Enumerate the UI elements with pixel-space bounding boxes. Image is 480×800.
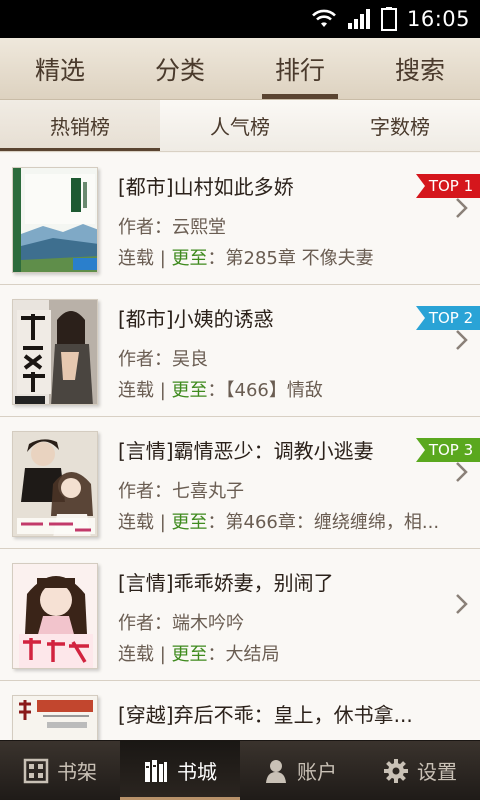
subtab-word-count[interactable]: 字数榜 — [320, 100, 480, 151]
book-cover — [12, 563, 98, 669]
book-cover — [12, 299, 98, 405]
book-item[interactable]: [都市]小姨的诱惑 作者：吴良 连载 | 更至：【466】情敌 TOP 2 — [0, 285, 480, 417]
tab-rankings[interactable]: 排行 — [240, 38, 360, 99]
tab-featured[interactable]: 精选 — [0, 38, 120, 99]
update-label: 更至 — [171, 644, 208, 665]
settings-gear-icon — [384, 758, 408, 783]
latest-chapter: ：第285章 不像夫妻 — [207, 248, 374, 269]
sub-tab-bar: 热销榜 人气榜 字数榜 — [0, 100, 480, 152]
book-title: [都市]山村如此多娇 — [118, 175, 294, 199]
book-author: 作者：云熙堂 — [118, 217, 226, 238]
nav-label: 设置 — [417, 760, 457, 784]
chevron-right-icon — [456, 198, 468, 218]
top-tab-bar: 精选 分类 排行 搜索 — [0, 38, 480, 100]
book-status: 连载 | — [118, 248, 172, 269]
rank-badge: TOP 3 — [416, 438, 480, 462]
book-title: [言情]霸情恶少：调教小逃妻 — [118, 439, 374, 463]
book-item[interactable]: [穿越]弃后不乖：皇上，休书拿... — [0, 681, 480, 740]
bottom-nav: 书架 书城 账户 设置 — [0, 740, 480, 800]
bookshelf-icon — [23, 758, 49, 783]
latest-chapter: ：【466】情敌 — [207, 380, 323, 401]
chevron-right-icon — [456, 330, 468, 350]
tab-categories[interactable]: 分类 — [120, 38, 240, 99]
book-cover — [12, 167, 98, 273]
nav-bookshelf[interactable]: 书架 — [0, 741, 120, 800]
book-status: 连载 | — [118, 512, 172, 533]
book-list[interactable]: [都市]山村如此多娇 作者：云熙堂 连载 | 更至：第285章 不像夫妻 TOP… — [0, 153, 480, 740]
latest-chapter: ：大结局 — [207, 644, 280, 665]
book-author: 作者：吴良 — [118, 349, 208, 370]
book-item[interactable]: [言情]乖乖娇妻，别闹了 作者：端木吟吟 连载 | 更至：大结局 — [0, 549, 480, 681]
book-cover — [12, 431, 98, 537]
subtab-bestsellers[interactable]: 热销榜 — [0, 100, 160, 151]
status-bar: 16:05 — [0, 0, 480, 38]
nav-label: 账户 — [297, 760, 337, 784]
rank-badge: TOP 2 — [416, 306, 480, 330]
book-cover — [12, 695, 98, 740]
nav-bookstore[interactable]: 书城 — [120, 741, 240, 800]
book-author: 作者：七喜丸子 — [118, 481, 244, 502]
nav-account[interactable]: 账户 — [240, 741, 360, 800]
book-item[interactable]: [都市]山村如此多娇 作者：云熙堂 连载 | 更至：第285章 不像夫妻 TOP… — [0, 153, 480, 285]
book-update: 连载 | 更至：【466】情敌 — [118, 376, 323, 402]
bookstore-icon — [145, 759, 167, 782]
book-update: 连载 | 更至：第466章：缠绕缠绵，相... — [118, 508, 439, 534]
book-update: 连载 | 更至：第285章 不像夫妻 — [118, 244, 374, 270]
rank-badge: TOP 1 — [416, 174, 480, 198]
book-status: 连载 | — [118, 380, 172, 401]
nav-settings[interactable]: 设置 — [360, 741, 480, 800]
update-label: 更至 — [171, 248, 208, 269]
book-title: [穿越]弃后不乖：皇上，休书拿... — [118, 703, 413, 727]
subtab-popularity[interactable]: 人气榜 — [160, 100, 320, 151]
book-status: 连载 | — [118, 644, 172, 665]
book-title: [言情]乖乖娇妻，别闹了 — [118, 571, 334, 595]
account-icon — [266, 759, 286, 783]
book-item[interactable]: [言情]霸情恶少：调教小逃妻 作者：七喜丸子 连载 | 更至：第466章：缠绕缠… — [0, 417, 480, 549]
nav-label: 书城 — [177, 760, 217, 784]
wifi-icon — [312, 9, 336, 27]
clock: 16:05 — [406, 7, 470, 31]
book-title: [都市]小姨的诱惑 — [118, 307, 274, 331]
chevron-right-icon — [456, 462, 468, 482]
signal-icon — [347, 9, 370, 29]
nav-label: 书架 — [57, 760, 97, 784]
book-author: 作者：端木吟吟 — [118, 613, 244, 634]
book-update: 连载 | 更至：大结局 — [118, 640, 280, 666]
latest-chapter: ：第466章：缠绕缠绵，相... — [207, 512, 440, 533]
update-label: 更至 — [171, 380, 208, 401]
battery-icon — [380, 7, 397, 31]
update-label: 更至 — [171, 512, 208, 533]
chevron-right-icon — [456, 594, 468, 614]
tab-search[interactable]: 搜索 — [360, 38, 480, 99]
